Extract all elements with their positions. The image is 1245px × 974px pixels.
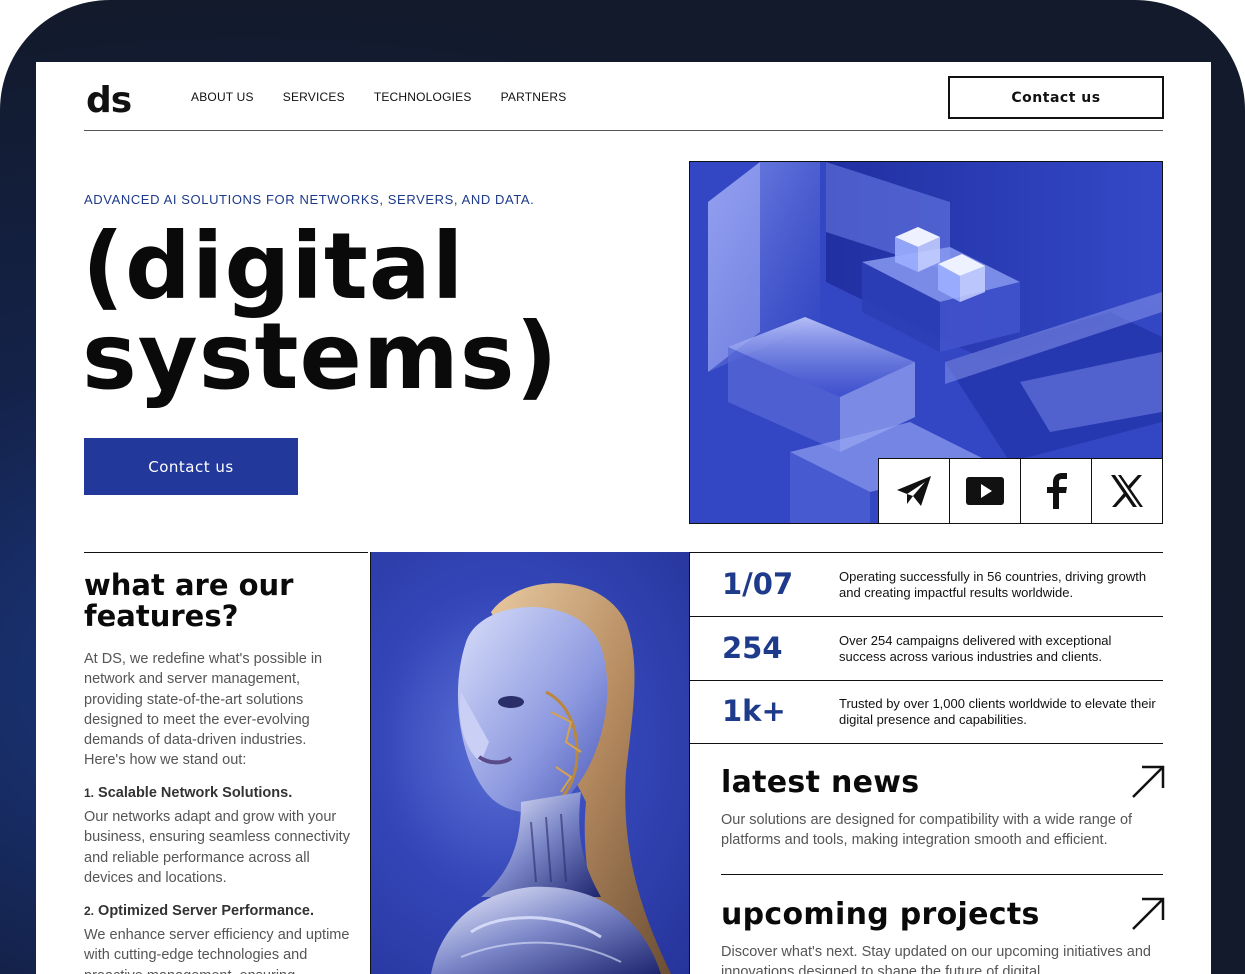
feature-heading-text: Optimized Server Performance. xyxy=(98,903,315,919)
web-page: ds ABOUT US SERVICES TECHNOLOGIES PARTNE… xyxy=(36,62,1211,974)
hero-title: (digital systems) xyxy=(82,213,702,410)
features-title: what are our features? xyxy=(84,570,344,632)
device-frame: ds ABOUT US SERVICES TECHNOLOGIES PARTNE… xyxy=(0,0,1245,974)
features-divider xyxy=(84,552,368,553)
x-link[interactable] xyxy=(1092,459,1162,523)
features-title-line-1: what are our xyxy=(84,568,294,602)
facebook-link[interactable] xyxy=(1021,459,1092,523)
stat-value: 254 xyxy=(722,631,783,665)
telegram-link[interactable] xyxy=(879,459,950,523)
social-bar xyxy=(878,458,1162,523)
nav-about-us[interactable]: ABOUT US xyxy=(191,90,254,104)
youtube-link[interactable] xyxy=(950,459,1021,523)
facebook-icon xyxy=(1047,473,1067,509)
nav-technologies[interactable]: TECHNOLOGIES xyxy=(374,90,472,104)
header-contact-button[interactable]: Contact us xyxy=(948,76,1164,119)
stat-value: 1k+ xyxy=(722,694,786,728)
feature-heading-1: 1. Scalable Network Solutions. xyxy=(84,785,292,801)
stats-bottom-divider xyxy=(689,743,1163,744)
nav-partners[interactable]: PARTNERS xyxy=(501,90,567,104)
android-illustration xyxy=(431,583,671,974)
youtube-icon xyxy=(966,477,1004,505)
feature-number: 2. xyxy=(84,904,95,918)
arrow-up-right-icon[interactable] xyxy=(1130,764,1166,800)
main-nav: ABOUT US SERVICES TECHNOLOGIES PARTNERS xyxy=(191,90,566,104)
feature-heading-2: 2. Optimized Server Performance. xyxy=(84,903,314,919)
hero-image xyxy=(689,161,1163,524)
stat-text: Operating successfully in 56 countries, … xyxy=(839,569,1147,600)
upcoming-projects-body: Discover what's next. Stay updated on ou… xyxy=(721,944,1151,974)
stat-row: 1/07 Operating successfully in 56 countr… xyxy=(689,553,1163,617)
feature-body-1: Our networks adapt and grow with your bu… xyxy=(84,809,350,886)
stat-row: 1k+ Trusted by over 1,000 clients worldw… xyxy=(689,680,1163,743)
hero-tagline: ADVANCED AI SOLUTIONS FOR NETWORKS, SERV… xyxy=(84,192,535,207)
stat-value: 1/07 xyxy=(722,567,794,601)
latest-news-body: Our solutions are designed for compatibi… xyxy=(721,812,1133,849)
upcoming-projects-title[interactable]: upcoming projects xyxy=(721,897,1040,932)
arrow-up-right-icon[interactable] xyxy=(1130,896,1166,932)
stat-text: Over 254 campaigns delivered with except… xyxy=(839,633,1112,664)
feature-body-2: We enhance server efficiency and uptime … xyxy=(84,927,350,974)
features-intro: At DS, we redefine what's possible in ne… xyxy=(84,651,323,769)
hero-title-line-2: systems) xyxy=(82,303,559,410)
feature-heading-text: Scalable Network Solutions. xyxy=(98,785,293,801)
stat-row: 254 Over 254 campaigns delivered with ex… xyxy=(689,617,1163,681)
nav-services[interactable]: SERVICES xyxy=(283,90,345,104)
hero-contact-button[interactable]: Contact us xyxy=(84,438,298,495)
x-icon xyxy=(1111,475,1143,507)
hero-title-line-1: (digital xyxy=(82,213,465,320)
news-divider xyxy=(721,874,1163,875)
features-title-line-2: features? xyxy=(84,599,239,633)
latest-news-title[interactable]: latest news xyxy=(721,765,919,800)
stat-text: Trusted by over 1,000 clients worldwide … xyxy=(839,696,1156,727)
android-portrait-image xyxy=(370,552,690,974)
telegram-icon xyxy=(897,476,931,506)
feature-number: 1. xyxy=(84,786,95,800)
logo[interactable]: ds xyxy=(86,80,132,121)
header-divider xyxy=(84,130,1163,131)
